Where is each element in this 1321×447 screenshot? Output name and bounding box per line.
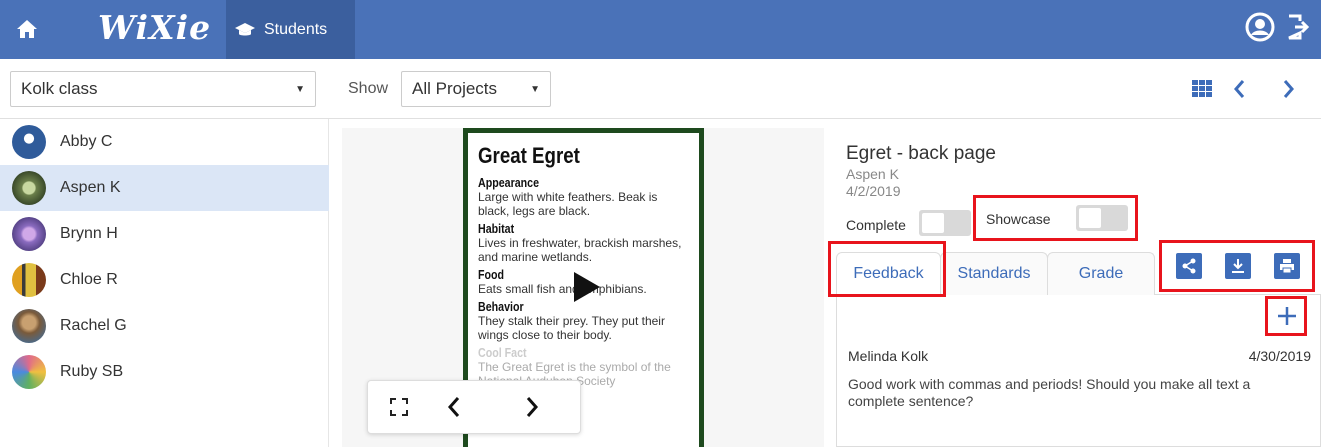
student-item[interactable]: Brynn H (0, 211, 329, 257)
feedback-text: Good work with commas and periods! Shoul… (848, 376, 1251, 409)
student-name: Abby C (60, 133, 113, 150)
feedback-date: 4/30/2019 (1248, 348, 1311, 364)
showcase-toggle[interactable] (1076, 205, 1128, 231)
tab-panel (836, 294, 1321, 447)
avatar (12, 263, 46, 297)
chevron-down-icon: ▼ (295, 84, 305, 95)
student-item[interactable]: Abby C (0, 119, 329, 165)
share-icon[interactable] (1176, 253, 1202, 279)
show-label: Show (348, 80, 389, 97)
section-heading: Behavior (478, 299, 524, 314)
print-icon[interactable] (1274, 253, 1300, 279)
home-icon[interactable] (12, 14, 42, 44)
top-navigation-bar: WiXie Students (0, 0, 1321, 59)
student-list: Abby C Aspen K Brynn H Chloe R Rachel G … (0, 119, 329, 447)
avatar (12, 309, 46, 343)
project-details-panel: Egret - back page Aspen K 4/2/2019 Compl… (828, 119, 1321, 447)
chevron-down-icon: ▼ (530, 84, 540, 95)
student-name: Chloe R (60, 271, 118, 288)
avatar (12, 217, 46, 251)
avatar (12, 171, 46, 205)
projects-select-value: All Projects (412, 79, 498, 98)
student-name: Ruby SB (60, 363, 124, 380)
avatar (12, 355, 46, 389)
students-tab-label: Students (264, 20, 328, 38)
next-student-icon[interactable] (1282, 78, 1296, 105)
actions-highlight (1159, 240, 1315, 292)
next-page-icon[interactable] (524, 395, 540, 424)
section-heading: Cool Fact (478, 345, 527, 360)
student-name: Rachel G (60, 317, 127, 334)
filter-toolbar: Kolk class ▼ Show All Projects ▼ (0, 59, 1321, 119)
students-tab[interactable]: Students (226, 0, 355, 59)
add-feedback-icon[interactable] (1276, 305, 1298, 332)
feedback-author: Melinda Kolk (848, 348, 929, 364)
section-text: Lives in freshwater, brackish marshes, a… (478, 236, 682, 264)
avatar (12, 125, 46, 159)
tab-standards[interactable]: Standards (940, 252, 1048, 295)
play-icon[interactable] (572, 270, 602, 309)
section-heading: Appearance (478, 175, 540, 190)
projects-select[interactable]: All Projects ▼ (401, 71, 551, 107)
class-select-value: Kolk class (21, 79, 98, 98)
previous-page-icon[interactable] (446, 395, 462, 424)
complete-toggle[interactable] (919, 210, 971, 236)
student-name: Brynn H (60, 225, 118, 242)
player-controls (367, 380, 581, 434)
project-date: 4/2/2019 (846, 183, 901, 199)
tab-grade[interactable]: Grade (1047, 252, 1155, 295)
previous-student-icon[interactable] (1232, 78, 1246, 105)
wixie-logo[interactable]: WiXie (98, 8, 211, 47)
complete-label: Complete (846, 217, 906, 233)
student-item[interactable]: Chloe R (0, 257, 329, 303)
student-item[interactable]: Ruby SB (0, 349, 329, 395)
user-profile-icon[interactable] (1245, 12, 1275, 47)
section-heading: Habitat (478, 221, 515, 236)
project-title: Egret - back page (846, 143, 996, 164)
logout-icon[interactable] (1286, 12, 1310, 47)
showcase-highlight: Showcase (973, 195, 1138, 241)
section-text: Large with white feathers. Beak is black… (478, 190, 658, 218)
download-icon[interactable] (1225, 253, 1251, 279)
showcase-label: Showcase (986, 211, 1051, 227)
add-feedback-highlight (1265, 296, 1307, 336)
grid-view-icon[interactable] (1192, 80, 1212, 103)
section-text: They stalk their prey. They put their wi… (478, 314, 665, 342)
fullscreen-icon[interactable] (390, 398, 408, 421)
class-select[interactable]: Kolk class ▼ (10, 71, 316, 107)
page-title: Great Egret (478, 143, 580, 168)
student-name: Aspen K (60, 179, 121, 196)
student-item[interactable]: Rachel G (0, 303, 329, 349)
graduation-cap-icon (235, 22, 255, 35)
project-author: Aspen K (846, 166, 899, 182)
feedback-tab-highlight (828, 241, 946, 297)
section-heading: Food (478, 267, 505, 282)
student-item[interactable]: Aspen K (0, 165, 329, 211)
